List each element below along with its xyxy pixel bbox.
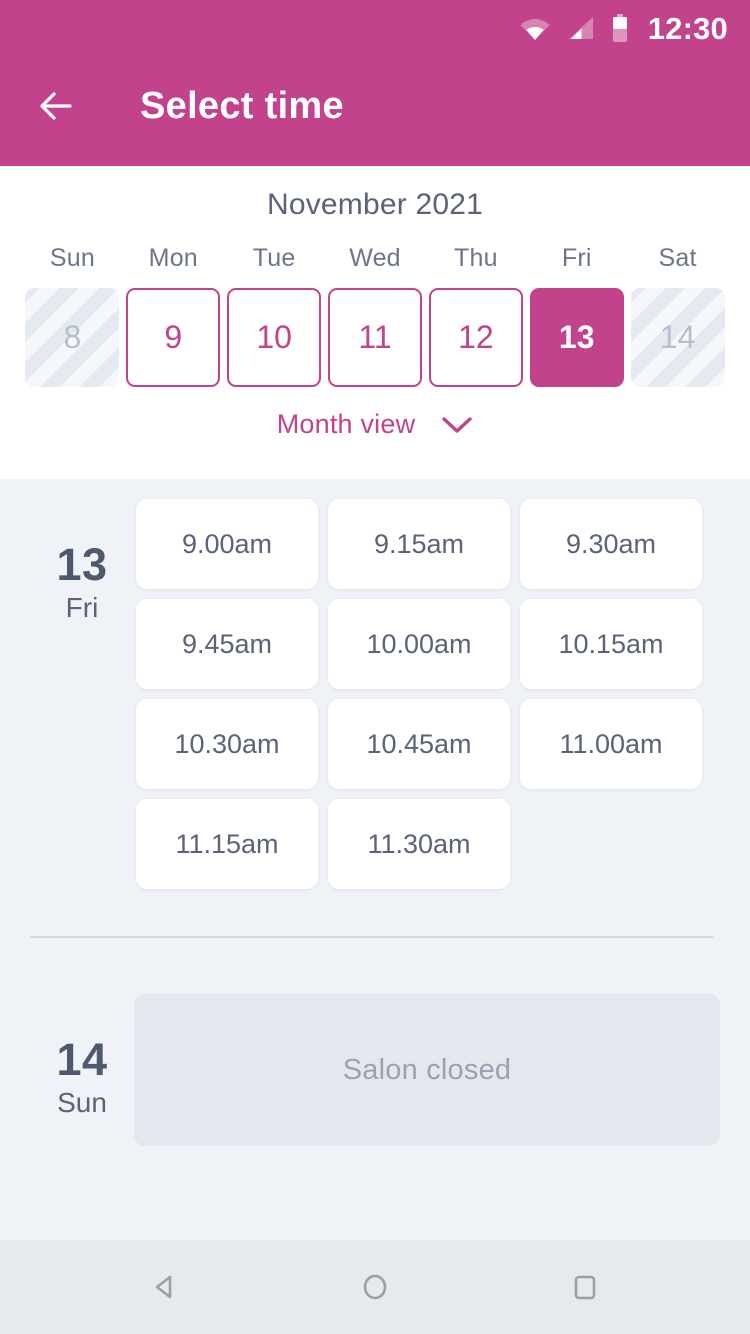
status-bar: 12:30 — [0, 0, 750, 56]
signal-icon — [568, 17, 593, 39]
day-slot: 11 — [325, 288, 426, 387]
calendar-day-row: 8 9 10 11 12 13 14 — [0, 273, 750, 387]
calendar-panel: November 2021 Sun Mon Tue Wed Thu Fri Sa… — [0, 166, 750, 479]
time-slot[interactable]: 9.00am — [136, 499, 318, 589]
calendar-weekday-header: Sun Mon Tue Wed Thu Fri Sat — [0, 244, 750, 273]
battery-icon — [612, 14, 627, 42]
day-slot: 9 — [123, 288, 224, 387]
weekday-thu: Thu — [454, 244, 498, 272]
day-slot: 10 — [224, 288, 325, 387]
time-slot[interactable]: 10.15am — [520, 599, 702, 689]
calendar-day-12[interactable]: 12 — [428, 288, 523, 387]
arrow-left-icon[interactable] — [34, 84, 78, 128]
nav-back-icon — [155, 1275, 172, 1299]
schedule-content: 13 Fri 9.00am 9.15am 9.30am 9.45am 10.00… — [0, 479, 750, 1240]
nav-recents-button[interactable] — [555, 1257, 615, 1317]
day-name: Fri — [65, 592, 99, 624]
day-slot: 12 — [425, 288, 526, 387]
day-slot: 13 — [526, 288, 627, 387]
nav-home-icon — [363, 1274, 387, 1300]
day-number: 14 — [56, 1034, 108, 1085]
month-view-toggle[interactable]: Month view — [0, 387, 750, 440]
time-slot[interactable]: 10.00am — [328, 599, 510, 689]
day-section-13: 13 Fri 9.00am 9.15am 9.30am 9.45am 10.00… — [0, 479, 750, 889]
time-slot[interactable]: 10.30am — [136, 699, 318, 789]
calendar-day-10[interactable]: 10 — [227, 288, 322, 387]
weekday-mon: Mon — [148, 244, 198, 272]
salon-closed-panel: Salon closed — [134, 994, 720, 1146]
weekday-wed: Wed — [349, 244, 401, 272]
day-label-14: 14 Sun — [30, 994, 134, 1146]
day-name: Sun — [57, 1087, 107, 1119]
screen-root: 12:30 Select time November 2021 Sun Mon … — [0, 0, 750, 1334]
wifi-icon — [520, 19, 550, 40]
nav-home-button[interactable] — [345, 1257, 405, 1317]
time-slot[interactable]: 9.30am — [520, 499, 702, 589]
day-slot: 8 — [22, 288, 123, 387]
time-slot[interactable]: 11.00am — [520, 699, 702, 789]
weekday-sun: Sun — [49, 244, 95, 272]
day-slot: 14 — [627, 288, 728, 387]
day-label-13: 13 Fri — [30, 499, 134, 889]
calendar-day-8: 8 — [25, 288, 120, 387]
status-time: 12:30 — [647, 10, 728, 46]
time-slot[interactable]: 9.45am — [136, 599, 318, 689]
weekday-sat: Sat — [658, 244, 697, 272]
calendar-day-13-selected[interactable]: 13 — [529, 288, 624, 387]
time-slot-grid: 9.00am 9.15am 9.30am 9.45am 10.00am 10.1… — [134, 499, 720, 889]
weekday-fri: Fri — [561, 244, 592, 272]
app-header: 12:30 Select time — [0, 0, 750, 166]
weekday-tue: Tue — [252, 244, 296, 272]
month-view-label: Month view — [276, 409, 416, 439]
calendar-day-11[interactable]: 11 — [328, 288, 422, 387]
time-slot[interactable]: 9.15am — [328, 499, 510, 589]
calendar-month-title: November 2021 — [266, 188, 484, 221]
calendar-day-14: 14 — [630, 288, 725, 387]
page-title: Select time — [140, 84, 344, 127]
day-number: 13 — [56, 539, 108, 590]
android-nav-bar — [0, 1240, 750, 1334]
nav-recents-icon — [574, 1275, 596, 1300]
app-bar: Select time — [0, 56, 750, 156]
nav-back-button[interactable] — [135, 1257, 195, 1317]
chevron-down-icon — [442, 416, 472, 433]
time-slot[interactable]: 11.15am — [136, 799, 318, 889]
time-slot[interactable]: 11.30am — [328, 799, 510, 889]
day-section-14: 14 Sun Salon closed — [0, 938, 750, 1146]
time-slot[interactable]: 10.45am — [328, 699, 510, 789]
calendar-day-9[interactable]: 9 — [126, 288, 221, 387]
